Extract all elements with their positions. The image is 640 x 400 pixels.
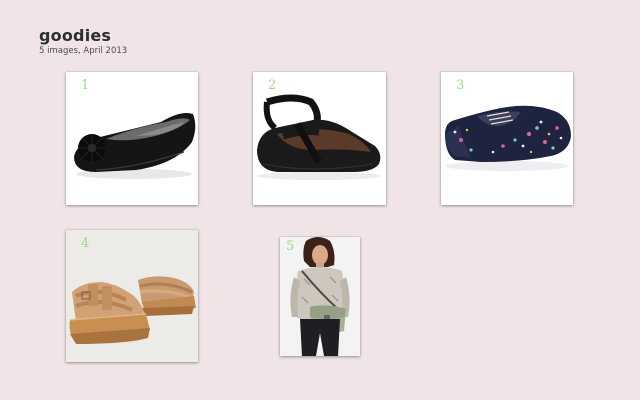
image-thumbnail-1[interactable]: 1 [66,72,198,205]
image-thumbnail-2[interactable]: 2 [253,72,386,205]
image-number-4: 4 [81,236,90,251]
image-number-1: 1 [81,78,90,93]
image-thumbnail-3[interactable]: 3 [441,72,573,205]
image-number-5: 5 [286,239,295,254]
album-meta: 5 images, April 2013 [39,46,128,56]
album-title: goodies [39,26,112,45]
image-number-2: 2 [268,78,277,93]
image-thumbnail-5[interactable]: 5 [280,237,360,356]
image-thumbnail-4[interactable]: 4 [66,230,198,362]
shoulder-bag-model-image [280,237,360,356]
album-header: goodies 5 images, April 2013 [39,26,128,57]
image-number-3: 3 [456,78,465,93]
